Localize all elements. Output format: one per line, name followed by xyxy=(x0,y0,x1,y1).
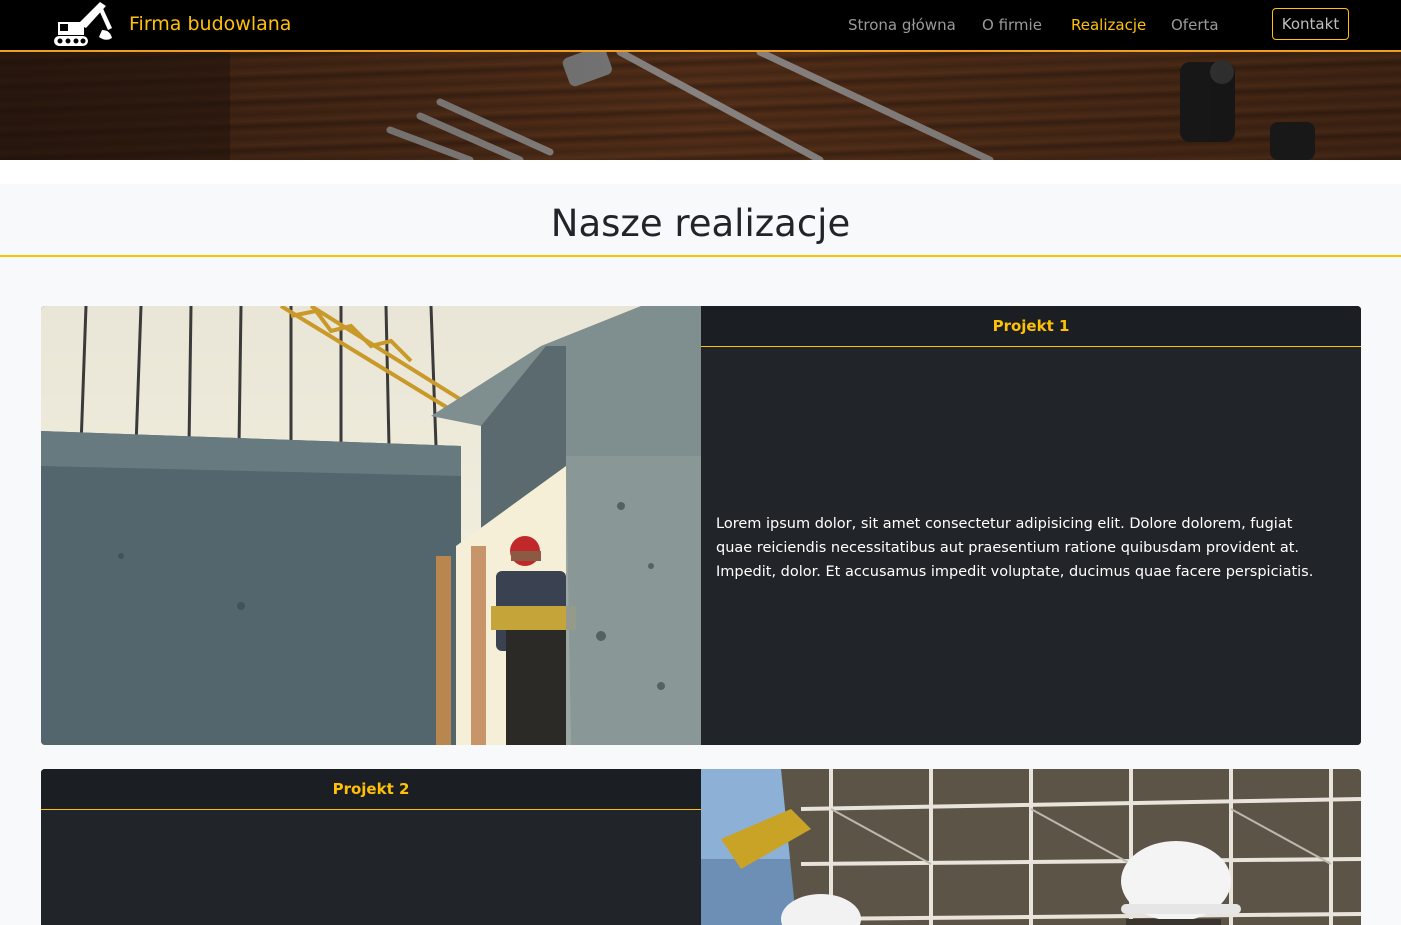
nav-link-offer[interactable]: Oferta xyxy=(1171,16,1219,34)
nav-link-about[interactable]: O firmie xyxy=(982,16,1042,34)
contact-button[interactable]: Kontakt xyxy=(1272,8,1349,40)
section-title: Nasze realizacje xyxy=(550,202,851,245)
project-title: Projekt 1 xyxy=(701,306,1361,347)
navbar: Firma budowlana Strona główna O firmie R… xyxy=(0,0,1401,52)
title-underline xyxy=(0,255,1401,257)
project-card-body: Projekt 2 xyxy=(41,769,701,925)
project-description: Lorem ipsum dolor, sit amet consectetur … xyxy=(716,516,1314,580)
project-card-1: Projekt 1 Lorem ipsum dolor, sit amet co… xyxy=(41,306,1361,745)
nav-link-home[interactable]: Strona główna xyxy=(848,16,956,34)
excavator-icon[interactable] xyxy=(50,0,116,48)
construction-worker-concrete-photo xyxy=(41,306,701,745)
project-title: Projekt 2 xyxy=(41,769,701,810)
nav-link-realizations[interactable]: Realizacje xyxy=(1071,16,1146,34)
brand-name[interactable]: Firma budowlana xyxy=(129,13,291,35)
project-card-2: Projekt 2 xyxy=(41,769,1361,925)
project-card-body: Projekt 1 Lorem ipsum dolor, sit amet co… xyxy=(701,306,1361,745)
scaffolding-workers-photo xyxy=(701,769,1361,925)
hero-banner xyxy=(0,52,1401,160)
